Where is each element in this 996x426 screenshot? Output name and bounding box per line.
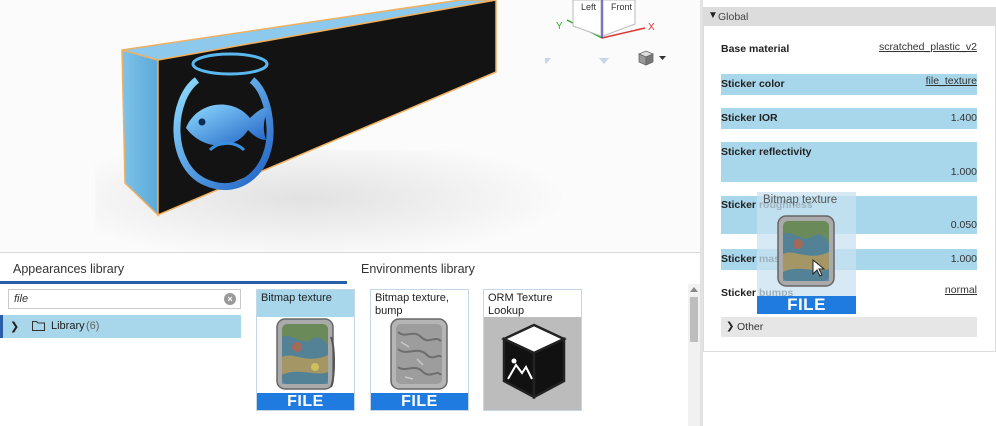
scrollbar-thumb[interactable] xyxy=(690,297,698,342)
prop-sticker-color[interactable]: Sticker color file_texture xyxy=(721,74,977,95)
card-orm-texture-lookup[interactable]: ORM Texture Lookup xyxy=(483,289,582,411)
active-tab-indicator xyxy=(0,281,347,284)
bitmap-texture-thumbnail xyxy=(777,215,835,287)
prop-value[interactable]: 1.400 xyxy=(951,112,977,124)
prop-value-link[interactable]: scratched_plastic_v2 xyxy=(879,41,977,53)
section-title: Other xyxy=(737,321,764,333)
prop-value-link[interactable]: file_texture xyxy=(926,75,977,87)
section-global-header[interactable]: ▼ Global xyxy=(703,7,996,26)
card-bitmap-texture-bump[interactable]: Bitmap texture, bump FILE xyxy=(370,289,469,411)
folder-icon xyxy=(32,321,45,331)
file-badge: FILE xyxy=(757,296,856,314)
prop-label: Base material xyxy=(721,43,790,55)
section-other-header[interactable]: ❯ Other xyxy=(721,317,977,337)
library-search[interactable]: × xyxy=(8,289,241,309)
card-bitmap-texture[interactable]: Bitmap texture FILE xyxy=(256,289,355,411)
chevron-right-icon[interactable]: ❯ xyxy=(726,321,734,332)
library-scrollbar[interactable] xyxy=(688,284,700,426)
axis-x-label: X xyxy=(648,22,655,33)
tab-appearances-library[interactable]: Appearances library xyxy=(13,262,124,276)
library-search-input[interactable] xyxy=(9,290,209,308)
file-badge: FILE xyxy=(371,393,468,410)
tree-item-count: (6) xyxy=(86,320,100,332)
cube-face-front: Front xyxy=(611,2,633,12)
prop-sticker-ior[interactable]: Sticker IOR 1.400 xyxy=(721,108,977,129)
tab-environments-library[interactable]: Environments library xyxy=(361,262,475,276)
cube-face-left: Left xyxy=(581,2,597,12)
prop-value[interactable]: 1.000 xyxy=(951,253,977,265)
clear-search-icon[interactable]: × xyxy=(224,293,236,305)
card-title: Bitmap texture xyxy=(257,290,354,317)
file-badge: FILE xyxy=(257,393,354,410)
orm-lookup-thumbnail xyxy=(484,317,581,410)
card-title: Bitmap texture, bump xyxy=(375,292,449,317)
prop-label: Sticker IOR xyxy=(721,112,778,124)
section-title: Global xyxy=(718,11,749,23)
cube-rotate-down-icon[interactable] xyxy=(599,58,609,64)
prop-value[interactable]: 0.050 xyxy=(951,219,977,231)
prop-label: Sticker reflectivity xyxy=(721,146,812,158)
card-title: ORM Texture Lookup xyxy=(488,292,553,317)
view-mode-cube-icon[interactable] xyxy=(636,50,670,68)
prop-value[interactable]: 1.000 xyxy=(951,166,977,178)
drag-ghost-title: Bitmap texture xyxy=(763,194,838,206)
drag-ghost-bitmap-texture: Bitmap texture FILE xyxy=(757,192,856,314)
scroll-up-icon[interactable] xyxy=(690,287,698,292)
3d-viewport[interactable]: Left Front X Y xyxy=(0,0,700,252)
axis-y-label: Y xyxy=(556,21,563,32)
prop-label: Sticker color xyxy=(721,78,785,90)
tree-item-library[interactable]: ❯ Library (6) xyxy=(0,315,241,338)
prop-sticker-reflectivity[interactable]: Sticker reflectivity 1.000 xyxy=(721,142,977,182)
tree-item-label: Library xyxy=(51,320,85,332)
chevron-right-icon[interactable]: ❯ xyxy=(10,320,19,333)
chevron-down-icon[interactable]: ▼ xyxy=(708,10,718,21)
prop-base-material[interactable]: Base material scratched_plastic_v2 xyxy=(721,40,977,56)
prop-value-link[interactable]: normal xyxy=(945,284,977,296)
